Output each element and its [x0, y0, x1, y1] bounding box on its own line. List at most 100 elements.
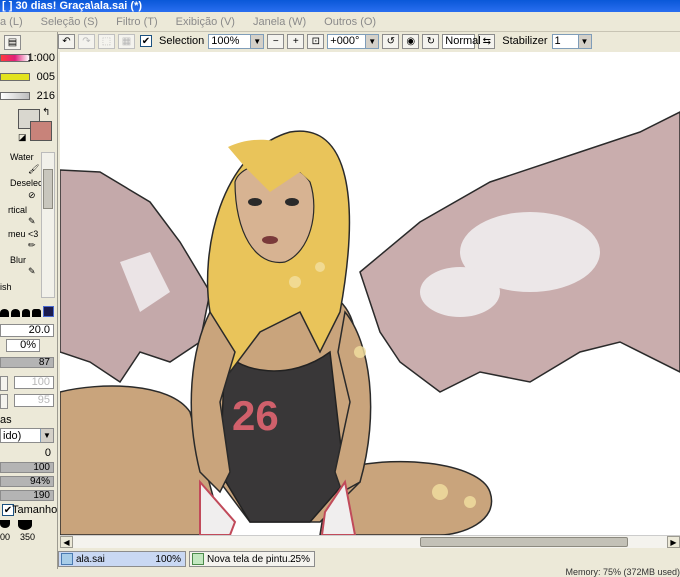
- left-panel: ▤ 1:000 005 216 ↰ ◪ Water 🖌 Deselect ⊘ r…: [0, 32, 58, 577]
- brush-shape-square[interactable]: [32, 309, 42, 317]
- brush-preset-dot-large[interactable]: [18, 520, 32, 530]
- hue-slider[interactable]: [0, 54, 30, 62]
- tools-scroll-thumb[interactable]: [43, 169, 53, 209]
- mode-select[interactable]: ido) ▼: [0, 428, 54, 443]
- swap-colors-icon[interactable]: ↰: [42, 107, 50, 118]
- option-toggle-1[interactable]: [0, 376, 8, 391]
- chevron-down-icon: ▼: [365, 34, 379, 48]
- brush-shape-flat[interactable]: [10, 309, 20, 317]
- horizontal-scrollbar[interactable]: ◀ ▶: [60, 535, 680, 548]
- tool-blur[interactable]: Blur: [10, 255, 26, 265]
- rotate-reset-button[interactable]: ◉: [402, 33, 420, 49]
- rotation-value: +000°: [330, 35, 360, 47]
- rotation-select[interactable]: +000° ▼: [327, 33, 380, 49]
- tab-ala-sai[interactable]: ala.sai 100%: [58, 551, 186, 567]
- light-spot: [464, 496, 476, 508]
- chevron-down-icon: ▼: [250, 34, 264, 48]
- zoom-reset-button[interactable]: ⊡: [307, 33, 325, 49]
- slider-190[interactable]: 190: [0, 490, 54, 501]
- transparent-color-icon[interactable]: ◪: [18, 132, 27, 143]
- menu-filter[interactable]: Filtro (T): [116, 16, 158, 28]
- document-icon: [192, 553, 204, 565]
- selection-checkbox[interactable]: ✔: [140, 35, 152, 47]
- brush-size-field[interactable]: 20.0: [0, 324, 54, 337]
- brush-icon: 🖌: [28, 164, 40, 174]
- rotate-right-button[interactable]: ↻: [422, 33, 440, 49]
- menu-view[interactable]: Exibição (V): [176, 16, 235, 28]
- tab-percent: 25%: [289, 553, 310, 565]
- chevron-down-icon: ▼: [40, 429, 53, 442]
- brush-shape-row: [0, 304, 54, 318]
- saturation-slider[interactable]: [0, 73, 30, 81]
- left-eye: [248, 198, 262, 206]
- light-spot: [432, 484, 448, 500]
- tab-label: Nova tela de pintu...: [207, 553, 296, 565]
- stabilizer-select[interactable]: 1 ▼: [551, 33, 592, 49]
- chevron-down-icon: ▼: [577, 34, 591, 48]
- menu-others[interactable]: Outros (O): [324, 16, 376, 28]
- status-bar: Memory: 75% (372MB used): [0, 567, 680, 577]
- scroll-right-icon[interactable]: ▶: [667, 536, 680, 548]
- selection-label: Selection: [159, 35, 205, 47]
- slider-94[interactable]: 94%: [0, 476, 54, 487]
- tools-scrollbar[interactable]: [41, 152, 55, 298]
- tab-nova-tela[interactable]: Nova tela de pintu... 25%: [189, 551, 315, 567]
- deselect-icon: ⊘: [28, 190, 36, 200]
- zoom-select[interactable]: 100% ▼: [208, 33, 265, 49]
- slider-100[interactable]: 100: [0, 462, 54, 473]
- brush-preset-label-2: 350: [20, 532, 36, 542]
- min-size-field[interactable]: 0%: [6, 339, 40, 352]
- brush-preset-row: 00 350: [0, 520, 54, 548]
- light-spot: [354, 346, 366, 358]
- undo-button[interactable]: ↶: [58, 33, 75, 49]
- hue-value: 1:000: [27, 52, 55, 64]
- blend-mode-button[interactable]: Normal: [442, 33, 481, 49]
- pencil-icon: ✏: [28, 240, 36, 250]
- invert-selection-button[interactable]: ▦: [118, 33, 135, 49]
- value-slider[interactable]: [0, 92, 30, 100]
- value-zero: 0: [44, 447, 51, 459]
- deselect-button[interactable]: ⬚: [98, 33, 115, 49]
- tab-percent: 100%: [155, 553, 181, 565]
- section-label: as: [0, 414, 12, 426]
- panel-options-icon[interactable]: ▤: [4, 35, 21, 50]
- stabilizer-label: Stabilizer: [502, 35, 548, 47]
- light-spot: [289, 276, 301, 288]
- tool-meu[interactable]: meu <3: [8, 229, 38, 239]
- document-tabs: ala.sai 100% Nova tela de pintu... 25%: [58, 549, 680, 569]
- menu-layer[interactable]: a (L): [0, 16, 23, 28]
- zoom-out-button[interactable]: −: [267, 33, 285, 49]
- menu-window[interactable]: Janela (W): [253, 16, 306, 28]
- rotate-left-button[interactable]: ↺: [382, 33, 400, 49]
- pen-icon: ✎: [28, 216, 36, 226]
- size-checkbox-label: Tamanho: [12, 504, 58, 516]
- disabled-field-2: 95: [14, 394, 54, 407]
- blend-mode-value: Normal: [445, 35, 481, 47]
- zoom-value: 100%: [211, 35, 240, 47]
- tool-deselect[interactable]: Deselect: [10, 178, 45, 188]
- scroll-left-icon[interactable]: ◀: [60, 536, 73, 548]
- brush-preset-dot[interactable]: [0, 520, 10, 528]
- tool-vertical[interactable]: rtical: [8, 205, 27, 215]
- memory-status: Memory: 75% (372MB used): [565, 567, 680, 577]
- brush-preset-label-1: 00: [0, 532, 11, 542]
- jersey-number: 26: [232, 392, 279, 439]
- redo-button[interactable]: ↷: [78, 33, 95, 49]
- zoom-in-button[interactable]: +: [287, 33, 305, 49]
- tool-water[interactable]: Water: [10, 152, 34, 162]
- brush-shape-bristle[interactable]: [21, 309, 31, 317]
- brush-shape-round[interactable]: [0, 309, 9, 317]
- secondary-color-swatch[interactable]: [30, 121, 52, 141]
- menu-bar: a (L) Seleção (S) Filtro (T) Exibição (V…: [0, 12, 680, 32]
- option-toggle-2[interactable]: [0, 394, 8, 409]
- flip-button[interactable]: ⇆: [478, 33, 496, 49]
- density-slider[interactable]: 87: [0, 357, 54, 368]
- tab-label: ala.sai: [76, 553, 105, 565]
- horizontal-scroll-thumb[interactable]: [420, 537, 628, 547]
- document-icon: [61, 553, 73, 565]
- menu-selection[interactable]: Seleção (S): [41, 16, 98, 28]
- tool-brush[interactable]: ish: [0, 282, 12, 292]
- brush-shape-selected[interactable]: [43, 306, 54, 317]
- drawing-canvas[interactable]: 26: [60, 52, 680, 535]
- light-spot: [315, 262, 325, 272]
